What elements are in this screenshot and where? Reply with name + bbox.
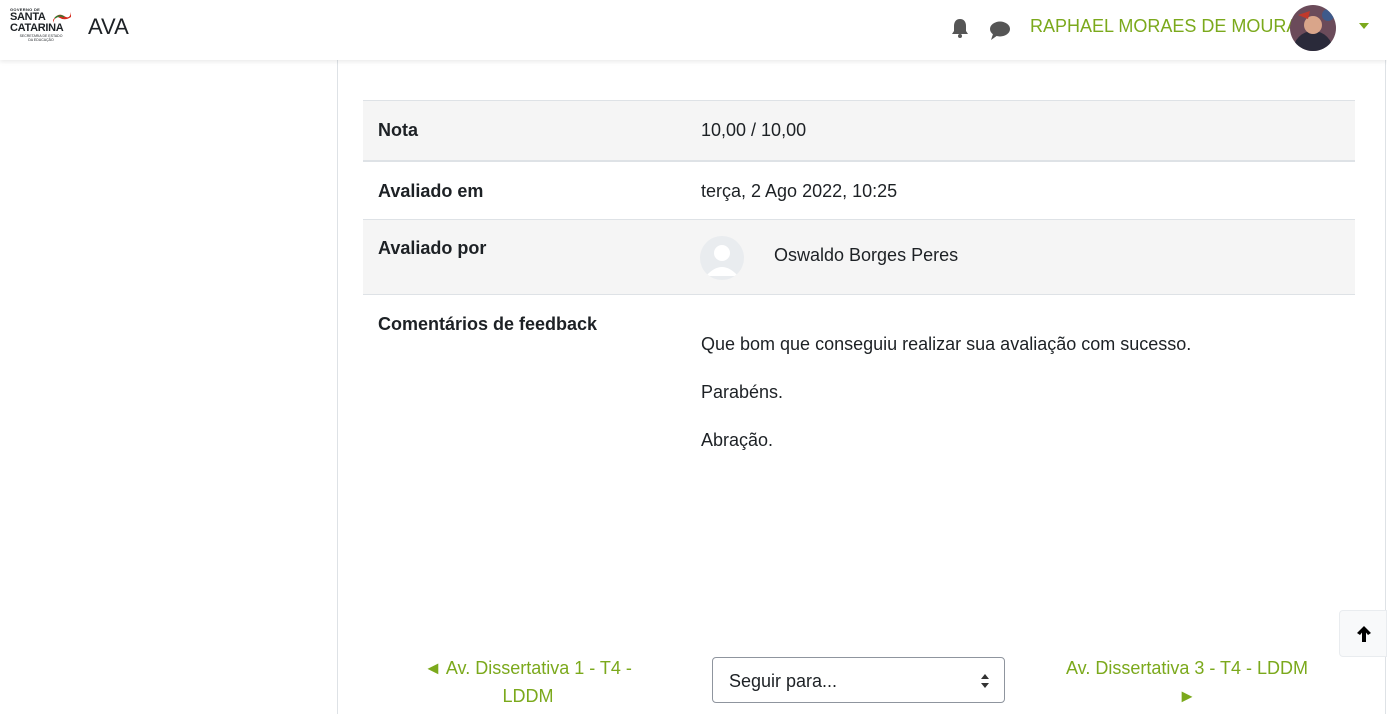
logo-text-catarina: CATARINA: [10, 22, 64, 34]
graded-on-row: Avaliado em terça, 2 Ago 2022, 10:25: [363, 160, 1355, 220]
graded-by-row: Avaliado por Oswaldo Borges Peres: [363, 219, 1355, 295]
left-drawer: [0, 60, 338, 714]
logo-flag-icon: [53, 12, 71, 23]
graded-on-value: terça, 2 Ago 2022, 10:25: [701, 181, 898, 201]
user-avatar[interactable]: [1290, 5, 1336, 51]
chat-icon[interactable]: [988, 19, 1012, 41]
feedback-line: Abração.: [701, 430, 774, 450]
jump-to-selected-value: Seguir para...: [729, 671, 838, 691]
caret-down-icon[interactable]: [1358, 22, 1370, 30]
next-activity-line2: ►: [1178, 686, 1196, 706]
select-arrows-icon: [981, 674, 989, 688]
grade-value: 10,00 / 10,00: [701, 120, 807, 140]
arrow-up-icon: [1357, 626, 1371, 642]
previous-activity-link[interactable]: ◄ Av. Dissertativa 1 - T4 - LDDM: [410, 654, 646, 710]
previous-activity-line2: LDDM: [502, 686, 554, 706]
jump-to-select[interactable]: Seguir para...: [712, 657, 1005, 703]
grader-name[interactable]: Oswaldo Borges Peres: [774, 245, 958, 266]
user-name[interactable]: RAPHAEL MORAES DE MOURA: [1030, 16, 1298, 37]
back-to-top-button[interactable]: [1339, 610, 1387, 657]
santa-catarina-logo[interactable]: GOVERNO DE SANTA CATARINA SECRETARIA DE …: [10, 7, 72, 47]
site-name[interactable]: AVA: [88, 14, 129, 40]
grade-row: Nota 10,00 / 10,00: [363, 100, 1355, 160]
logo-text-educacao: DA EDUCAÇÃO: [28, 38, 54, 42]
graded-by-label: Avaliado por: [378, 238, 487, 258]
bell-icon[interactable]: [949, 17, 971, 39]
next-activity-line1: Av. Dissertativa 3 - T4 - LDDM: [1065, 658, 1309, 678]
grade-label: Nota: [378, 120, 418, 140]
previous-activity-line1: ◄ Av. Dissertativa 1 - T4 -: [424, 658, 632, 678]
next-activity-link[interactable]: Av. Dissertativa 3 - T4 - LDDM ►: [1050, 654, 1324, 710]
grader-avatar[interactable]: [700, 236, 744, 280]
graded-on-label: Avaliado em: [378, 181, 484, 201]
feedback-row: Comentários de feedback Que bom que cons…: [363, 294, 1355, 594]
top-navbar: GOVERNO DE SANTA CATARINA SECRETARIA DE …: [0, 0, 1387, 60]
feedback-label: Comentários de feedback: [378, 314, 598, 334]
feedback-line: Que bom que conseguiu realizar sua avali…: [701, 334, 1192, 354]
feedback-line: Parabéns.: [701, 382, 784, 402]
